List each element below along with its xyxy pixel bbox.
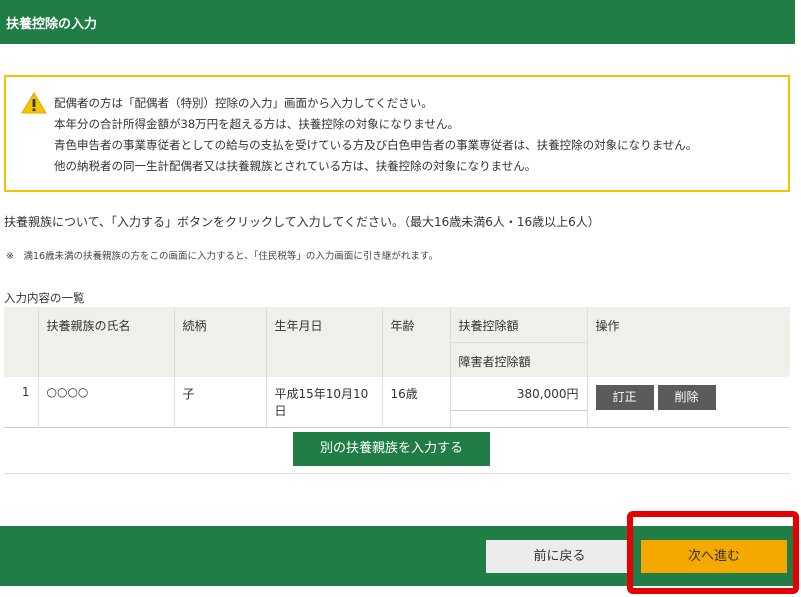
list-title: 入力内容の一覧	[4, 291, 85, 305]
row-age: 16歳	[382, 377, 451, 428]
divider	[4, 473, 790, 474]
back-button[interactable]: 前に戻る	[486, 540, 633, 573]
header-relation: 続柄	[174, 307, 267, 377]
header-birthdate: 生年月日	[266, 307, 383, 377]
warning-line: 青色申告者の事業専従者としての給与の支払を受けている方及び白色申告者の事業専従者…	[54, 138, 698, 152]
warning-text: 配偶者の方は「配偶者（特別）控除の入力」画面から入力してください。 本年分の合計…	[54, 93, 697, 177]
dependents-table: 扶養親族の氏名 続柄 生年月日 年齢 扶養控除額 障害者控除額 操作 1 ○○○…	[4, 307, 790, 428]
header-disability: 障害者控除額	[450, 342, 587, 377]
row-actions: 訂正 削除	[587, 377, 790, 428]
row-number: 1	[4, 377, 39, 428]
note-text: ※ 満16歳未満の扶養親族の方をこの画面に入力すると、「住民税等」の入力画面に引…	[6, 251, 438, 262]
row-birthdate: 平成15年10月10日	[266, 377, 383, 428]
edit-button[interactable]: 訂正	[595, 385, 654, 410]
warning-box: 配偶者の方は「配偶者（特別）控除の入力」画面から入力してください。 本年分の合計…	[4, 75, 790, 192]
page-title: 扶養控除の入力	[6, 17, 98, 32]
header-age: 年齢	[382, 307, 451, 377]
next-button-highlight	[627, 511, 799, 594]
table-header-row: 扶養親族の氏名 続柄 生年月日 年齢 扶養控除額 障害者控除額 操作	[4, 307, 790, 377]
row-amounts: 380,000円	[450, 377, 588, 428]
add-dependent-button[interactable]: 別の扶養親族を入力する	[293, 432, 490, 466]
row-relation: 子	[174, 377, 267, 428]
warning-line: 他の納税者の同一生計配偶者又は扶養親族とされている方は、扶養控除の対象になりませ…	[54, 159, 537, 173]
header-actions: 操作	[587, 307, 790, 377]
header-deduction: 扶養控除額	[458, 319, 519, 333]
row-name: ○○○○	[38, 377, 175, 428]
warning-icon	[21, 92, 47, 114]
delete-button[interactable]: 削除	[657, 385, 716, 410]
table-row: 1 ○○○○ 子 平成15年10月10日 16歳 380,000円 訂正 削除	[4, 377, 790, 428]
row-disability	[450, 410, 587, 424]
page-header: 扶養控除の入力	[0, 0, 795, 44]
row-deduction: 380,000円	[516, 387, 579, 401]
instruction-text: 扶養親族について、「入力する」ボタンをクリックして入力してください。（最大16歳…	[4, 215, 600, 229]
warning-line: 配偶者の方は「配偶者（特別）控除の入力」画面から入力してください。	[54, 96, 433, 110]
header-number	[4, 307, 39, 377]
header-name: 扶養親族の氏名	[38, 307, 175, 377]
warning-line: 本年分の合計所得金額が38万円を超える方は、扶養控除の対象になりません。	[54, 117, 459, 131]
header-amounts: 扶養控除額 障害者控除額	[450, 307, 588, 377]
